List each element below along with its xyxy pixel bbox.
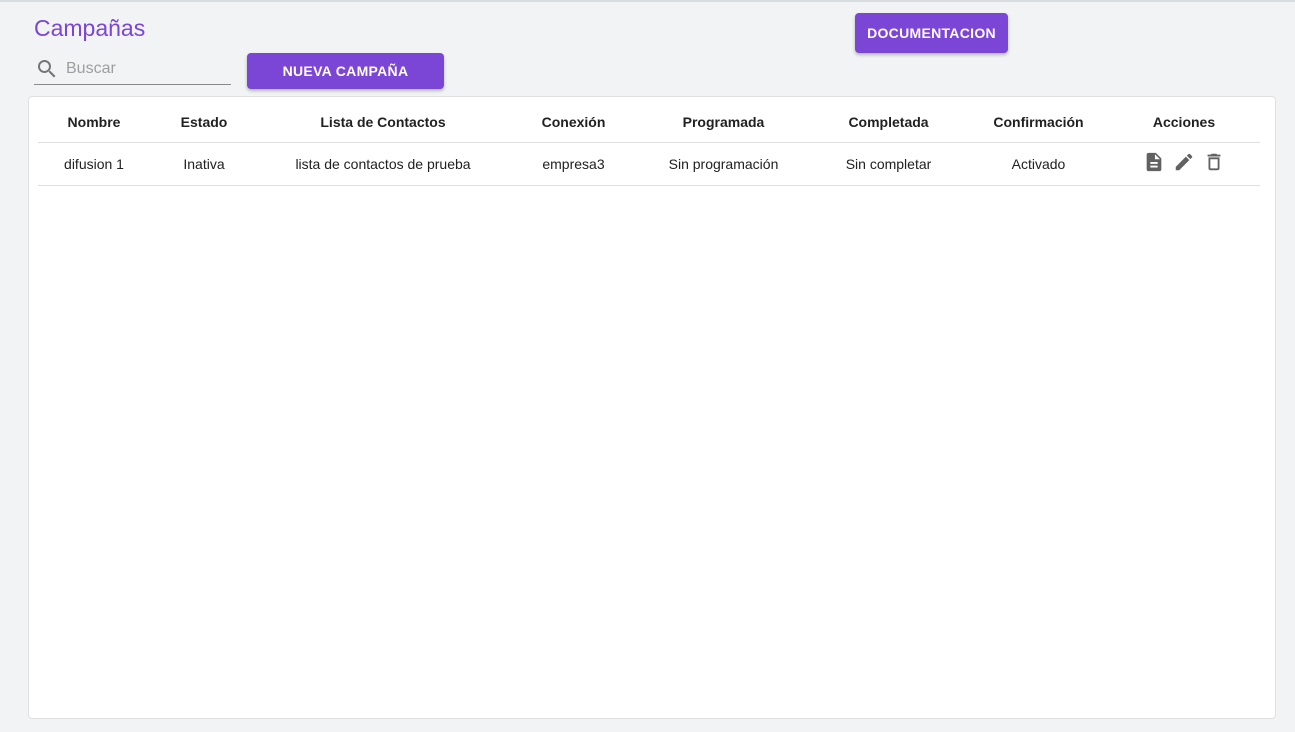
edit-icon[interactable]: [1173, 151, 1195, 173]
cell-programada: Sin programación: [639, 142, 808, 186]
column-header-completada[interactable]: Completada: [808, 103, 969, 143]
row-actions: [1143, 151, 1225, 173]
cell-nombre: difusion 1: [38, 142, 150, 186]
column-header-estado[interactable]: Estado: [150, 103, 258, 143]
cell-acciones: [1108, 142, 1260, 186]
column-header-confirmacion[interactable]: Confirmación: [969, 103, 1108, 143]
cell-conexion: empresa3: [508, 142, 639, 186]
table-row: difusion 1 Inativa lista de contactos de…: [38, 142, 1260, 186]
delete-icon[interactable]: [1203, 151, 1225, 173]
cell-estado: Inativa: [150, 142, 258, 186]
column-header-nombre[interactable]: Nombre: [38, 103, 150, 143]
cell-completada: Sin completar: [808, 142, 969, 186]
page-title: Campañas: [34, 15, 146, 41]
table-header-row: Nombre Estado Lista de Contactos Conexió…: [38, 103, 1260, 143]
documentation-button[interactable]: DOCUMENTACION: [855, 13, 1008, 53]
cell-confirmacion: Activado: [969, 142, 1108, 186]
report-icon[interactable]: [1143, 151, 1165, 173]
cell-lista: lista de contactos de prueba: [258, 142, 508, 186]
search-field[interactable]: [34, 54, 231, 85]
campaigns-table: Nombre Estado Lista de Contactos Conexió…: [38, 103, 1260, 186]
column-header-conexion[interactable]: Conexión: [508, 103, 639, 143]
column-header-programada[interactable]: Programada: [639, 103, 808, 143]
top-divider: [0, 0, 1295, 2]
column-header-lista[interactable]: Lista de Contactos: [258, 103, 508, 143]
new-campaign-button[interactable]: NUEVA CAMPAÑA: [247, 53, 444, 89]
column-header-acciones: Acciones: [1108, 103, 1260, 143]
search-input[interactable]: [66, 57, 226, 81]
search-icon: [38, 60, 56, 78]
campaigns-table-panel: Nombre Estado Lista de Contactos Conexió…: [28, 96, 1276, 719]
